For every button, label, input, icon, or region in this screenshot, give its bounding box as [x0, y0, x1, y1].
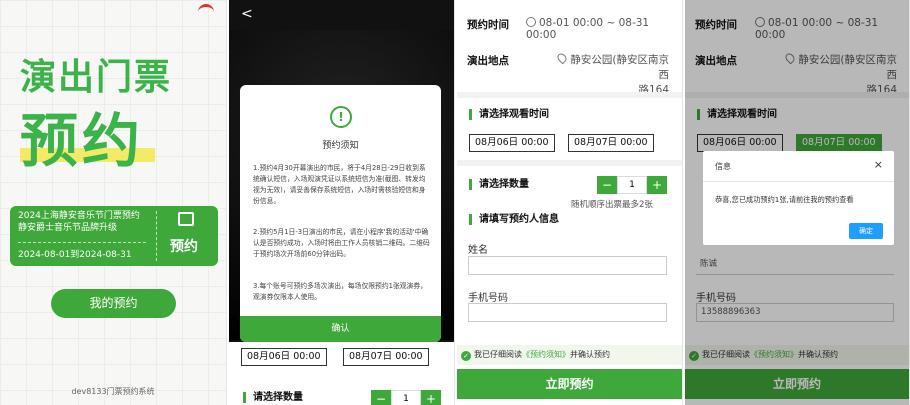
fill-info-title: 请填写预约人信息 [469, 214, 559, 225]
dialog-divider [703, 181, 894, 182]
event-subtitle: 静安爵士音乐节品牌升级 [18, 223, 118, 233]
dialog-ok-button[interactable]: 确定 [849, 223, 883, 239]
close-icon[interactable]: × [874, 158, 883, 171]
logo-arc-icon [198, 4, 214, 20]
quantity-value: 1 [617, 176, 647, 194]
choose-time-title: 请选择观看时间 [469, 109, 549, 120]
notice-modal: ! 预约须知 1.预约4月30开幕演出的市民，将于4月28日-29日收到系统确认… [240, 85, 441, 342]
dialog-title: 信息 [715, 162, 731, 171]
check-icon[interactable]: ✓ [461, 351, 471, 361]
hero-title-line2: 预约 [20, 109, 145, 174]
time-value-row: 08-01 00:00 ~ 08-31 00:00 [526, 17, 682, 41]
date-option-1[interactable]: 08月06日 00:00 [469, 134, 555, 152]
time-label: 预约时间 [467, 19, 509, 31]
notice-link[interactable]: 《预约须知》 [522, 350, 570, 359]
divider [457, 92, 682, 98]
notice-para-1: 1.预约4月30开幕演出的市民，将于4月28日-29日收到系统确认短信，入场观演… [253, 164, 426, 205]
event-title: 2024上海静安音乐节门票预约 [18, 211, 140, 221]
quantity-stepper[interactable]: −1 + [597, 176, 667, 194]
quantity-value: 1 [391, 390, 421, 405]
quantity-hint: 随机顺序出票最多2张 [571, 200, 653, 210]
location-pin-icon [556, 51, 569, 65]
time-value: 08-01 00:00 ~ 08-31 00:00 [526, 17, 650, 41]
clock-icon [526, 17, 536, 27]
event-card[interactable]: 2024上海静安音乐节门票预约 静安爵士音乐节品牌升级 2024-08-01到2… [10, 206, 218, 266]
quantity-stepper[interactable]: −1 + [371, 390, 441, 405]
footer-text: dev8133门票预约系统 [71, 387, 155, 396]
name-input[interactable] [468, 256, 667, 275]
dialog-message: 恭喜,您已成功预约1张,请前往我的预约查看 [715, 195, 854, 204]
notice-para-3: 3.每个账号可预约多场次演出，每场仅限预约1张观演券，观演券仅限本人使用。 [253, 282, 427, 301]
minus-button[interactable]: − [371, 390, 391, 405]
hero-title-line1: 演出门票 [20, 56, 173, 97]
minus-button[interactable]: − [597, 176, 617, 194]
agreement-row[interactable]: ✓ 我已仔细阅读《预约须知》并确认预约 [457, 345, 682, 365]
submit-button[interactable]: 立即预约 [457, 369, 682, 399]
booking-form-screen: 预约时间 08-01 00:00 ~ 08-31 00:00 演出地点 静安公园… [457, 0, 683, 405]
event-dates: 2024-08-01到2024-08-31 [18, 250, 132, 260]
home-screen: 演出门票 预约 2024上海静安音乐节门票预约 静安爵士音乐节品牌升级 2024… [0, 0, 227, 405]
card-divider [18, 242, 146, 243]
choose-qty-title: 请选择数量 [469, 179, 529, 190]
my-bookings-button[interactable]: 我的预约 [51, 289, 176, 318]
time-row: 预约时间 [467, 17, 509, 32]
back-icon[interactable]: < [241, 6, 253, 22]
card-vertical-divider [156, 211, 157, 261]
plus-button[interactable]: + [647, 176, 667, 194]
date-option-1[interactable]: 08月06日 00:00 [241, 348, 327, 366]
name-label: 姓名 [468, 245, 488, 256]
date-option-2[interactable]: 08月07日 00:00 [568, 134, 654, 152]
qty-section-title: 请选择数量 [243, 392, 303, 403]
booking-form-peek: 08月06日 00:00 08月07日 00:00 请选择数量 −1 + [229, 342, 454, 405]
book-button[interactable]: 预约 [170, 236, 198, 256]
alert-icon: ! [330, 106, 352, 128]
phone-input[interactable] [468, 303, 667, 322]
phone-label: 手机号码 [468, 293, 508, 304]
success-dialog: 信息 × 恭喜,您已成功预约1张,请前往我的预约查看 确定 [703, 151, 894, 245]
place-label: 演出地点 [467, 55, 509, 67]
date-option-2[interactable]: 08月07日 00:00 [343, 348, 429, 366]
plus-button[interactable]: + [421, 390, 441, 405]
ticket-icon [178, 212, 194, 226]
divider [457, 160, 682, 166]
booking-success-screen: 预约时间 08-01 00:00 ~ 08-31 00:00 演出地点 静安公园… [685, 0, 910, 405]
modal-title: 预约须知 [322, 141, 359, 151]
notice-para-2: 2.预约5月1日-3日演出的市民，请在小程序'我的活动'中确认是否预约成功，入场… [253, 228, 430, 258]
confirm-button[interactable]: 确认 [240, 316, 441, 342]
notice-screen: < ! 预约须知 1.预约4月30开幕演出的市民，将于4月28日-29日收到系统… [229, 0, 455, 405]
